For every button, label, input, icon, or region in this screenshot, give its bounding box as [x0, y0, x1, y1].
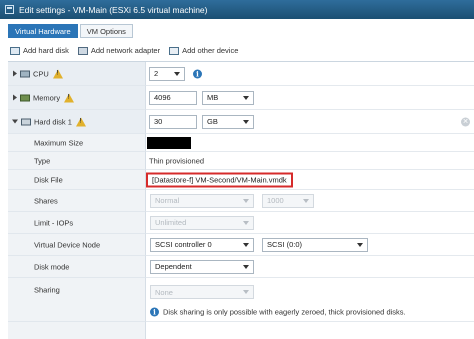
hard-disk-label: Hard disk 1	[34, 117, 72, 126]
add-hard-disk-label: Add hard disk	[23, 46, 69, 55]
chevron-down-icon	[303, 198, 309, 203]
expand-memory-icon[interactable]	[13, 94, 17, 101]
cpu-icon	[20, 70, 30, 77]
chevron-down-icon	[243, 119, 249, 124]
next-row-stub	[8, 322, 474, 339]
device-toolbar: Add hard disk Add network adapter Add ot…	[10, 46, 247, 55]
cpu-info-icon[interactable]: i	[193, 69, 202, 78]
remove-disk-icon[interactable]: ✕	[461, 117, 470, 126]
type-row: Type Thin provisioned	[8, 152, 474, 170]
hardware-grid: CPU 2 i Memory 4096 M	[8, 61, 474, 339]
cpu-row: CPU 2 i	[8, 62, 474, 86]
shares-amount-input[interactable]: 1000	[262, 193, 314, 208]
max-size-row: Maximum Size	[8, 134, 474, 152]
expand-cpu-icon[interactable]	[13, 70, 17, 77]
disk-unit-select[interactable]: GB	[202, 114, 254, 129]
add-hard-disk-button[interactable]: Add hard disk	[10, 46, 69, 55]
disk-mode-select[interactable]: Dependent	[150, 259, 254, 274]
disk-file-label: Disk File	[34, 175, 63, 184]
memory-label: Memory	[33, 93, 61, 102]
info-icon: i	[150, 307, 159, 317]
scsi-node-select[interactable]: SCSI (0:0)	[262, 237, 368, 252]
chevron-down-icon	[243, 264, 249, 269]
add-network-adapter-label: Add network adapter	[90, 46, 161, 55]
limit-iops-label: Limit - IOPs	[34, 218, 74, 227]
add-network-adapter-button[interactable]: Add network adapter	[77, 46, 161, 55]
add-other-device-label: Add other device	[182, 46, 239, 55]
collapse-hard-disk-icon[interactable]	[12, 119, 18, 124]
memory-row: Memory 4096 MB	[8, 86, 474, 110]
type-label: Type	[34, 156, 51, 165]
shares-select[interactable]: Normal	[150, 193, 254, 208]
chevron-down-icon	[243, 95, 249, 100]
disk-mode-row: Disk mode Dependent	[8, 256, 474, 278]
shares-row: Shares Normal 1000	[8, 190, 474, 212]
scsi-controller-select[interactable]: SCSI controller 0	[150, 237, 254, 252]
virtual-device-node-row: Virtual Device Node SCSI controller 0 SC…	[8, 234, 474, 256]
max-size-label: Maximum Size	[34, 138, 84, 147]
disk-file-row: Disk File [Datastore-f] VM-Second/VM-Mai…	[8, 170, 474, 190]
memory-unit-select[interactable]: MB	[202, 90, 254, 105]
sharing-select[interactable]: None	[150, 285, 254, 299]
redacted-value	[147, 136, 191, 149]
cpu-label: CPU	[33, 69, 49, 78]
hard-disk-row: Hard disk 1 30 GB ✕	[8, 110, 474, 134]
hard-disk-icon	[21, 118, 31, 125]
hard-disk-warning-icon	[75, 117, 86, 126]
tab-bar: Virtual Hardware VM Options	[8, 24, 135, 38]
tab-vm-options[interactable]: VM Options	[79, 24, 133, 38]
chevron-down-icon	[357, 242, 363, 247]
limit-iops-select[interactable]: Unlimited	[150, 215, 254, 230]
dialog-title: Edit settings - VM-Main (ESXi 6.5 virtua…	[19, 4, 208, 15]
cpu-warning-icon	[52, 69, 63, 78]
disk-file-value: [Datastore-f] VM-Second/VM-Main.vmdk	[146, 172, 293, 187]
network-adapter-icon	[77, 46, 88, 55]
chevron-down-icon	[243, 290, 249, 294]
disk-size-input[interactable]: 30	[149, 114, 197, 129]
disk-mode-label: Disk mode	[34, 262, 70, 271]
dialog-titlebar: Edit settings - VM-Main (ESXi 6.5 virtua…	[0, 0, 474, 19]
sharing-row: Sharing None i Disk sharing is only poss…	[8, 278, 474, 322]
memory-warning-icon	[64, 93, 75, 102]
add-other-device-button[interactable]: Add other device	[169, 46, 238, 55]
shares-label: Shares	[34, 196, 58, 205]
limit-iops-row: Limit - IOPs Unlimited	[8, 212, 474, 234]
hard-disk-icon	[10, 46, 20, 55]
memory-size-input[interactable]: 4096	[149, 90, 197, 105]
cpu-count-select[interactable]: 2	[149, 66, 185, 81]
sharing-note: i Disk sharing is only possible with eag…	[150, 307, 406, 317]
chevron-down-icon	[243, 198, 249, 203]
memory-icon	[20, 94, 30, 101]
sharing-label: Sharing	[34, 285, 60, 295]
other-device-icon	[169, 46, 180, 55]
chevron-down-icon	[243, 242, 249, 247]
chevron-down-icon	[174, 71, 180, 76]
virtual-device-node-label: Virtual Device Node	[34, 240, 101, 249]
type-value: Thin provisioned	[149, 156, 205, 165]
tab-virtual-hardware[interactable]: Virtual Hardware	[8, 24, 78, 38]
chevron-down-icon	[243, 220, 249, 225]
window-icon	[5, 5, 14, 14]
